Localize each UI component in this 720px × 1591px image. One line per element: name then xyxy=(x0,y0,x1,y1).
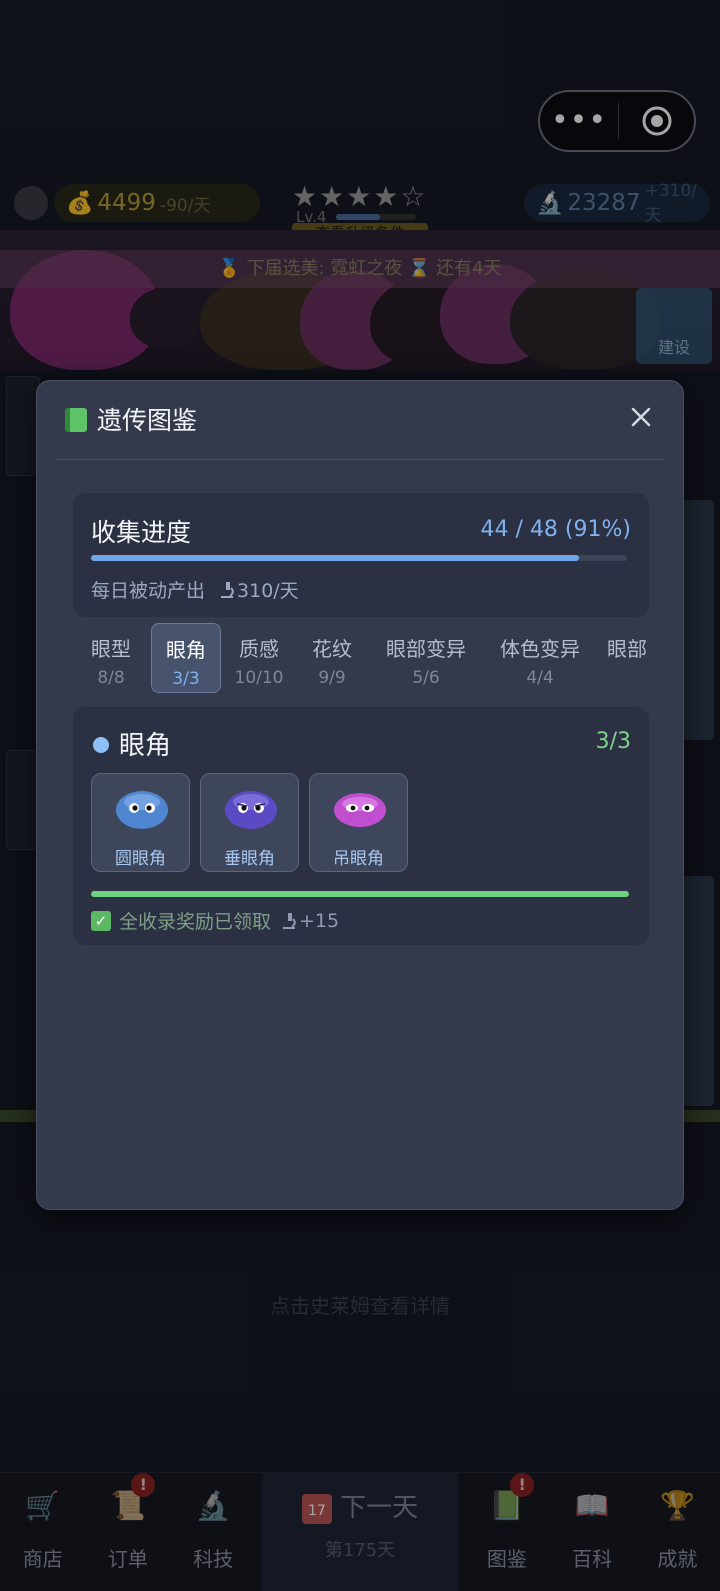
progress-bar xyxy=(91,555,627,561)
collection-progress-card: 收集进度 44 / 48 (91%) 每日被动产出 310/天 xyxy=(73,493,649,617)
tab-label: 花纹 xyxy=(312,637,352,661)
daily-output-value: 310/天 xyxy=(237,580,299,602)
progress-count: 44 / 48 (91%) xyxy=(480,517,631,542)
modal-header: 遗传图鉴 xyxy=(37,381,683,459)
daily-output-label: 每日被动产出 xyxy=(91,580,206,602)
tab-label: 眼角 xyxy=(166,638,206,662)
genetic-collection-modal: 遗传图鉴 收集进度 44 / 48 (91%) 每日被动产出 310/天 眼型 … xyxy=(36,380,684,1210)
tab-count: 5/6 xyxy=(412,668,440,688)
checkbox-checked-icon: ✓ xyxy=(91,910,111,931)
tab-eye-corner[interactable]: 眼角 3/3 xyxy=(151,623,221,693)
tab-texture[interactable]: 质感 10/10 xyxy=(225,623,293,693)
tab-eye-partial[interactable]: 眼部 xyxy=(607,623,649,693)
tab-label: 眼部变异 xyxy=(386,637,466,661)
tab-label: 眼部 xyxy=(607,637,647,661)
tab-count: 9/9 xyxy=(318,668,346,688)
entry-upturned-eye-corner[interactable]: 吊眼角 xyxy=(309,773,408,872)
entry-label: 圆眼角 xyxy=(115,849,166,869)
microscope-icon xyxy=(283,912,296,929)
completion-reward: ✓ 全收录奖励已领取 +15 xyxy=(91,907,339,934)
category-card: 眼角 3/3 圆眼角 垂眼角 吊眼角 ✓ 全收录奖励已领取 +15 xyxy=(73,707,649,945)
entry-label: 垂眼角 xyxy=(224,849,275,869)
reward-bonus-value: +15 xyxy=(299,909,340,932)
entry-label: 吊眼角 xyxy=(333,849,384,869)
green-book-icon xyxy=(65,408,87,432)
magenta-slime-icon xyxy=(334,793,386,827)
tab-eye-shape[interactable]: 眼型 8/8 xyxy=(79,623,143,693)
entry-round-eye-corner[interactable]: 圆眼角 xyxy=(91,773,190,872)
header-divider xyxy=(57,459,663,460)
tab-pattern[interactable]: 花纹 9/9 xyxy=(299,623,365,693)
tab-count: 8/8 xyxy=(97,668,125,688)
tab-label: 体色变异 xyxy=(500,637,580,661)
category-name: 眼角 xyxy=(119,731,172,761)
tab-label: 眼型 xyxy=(91,637,131,661)
category-dot xyxy=(93,737,109,753)
reward-text: 全收录奖励已领取 xyxy=(119,911,272,933)
close-icon xyxy=(631,407,651,427)
tab-count: 10/10 xyxy=(234,668,284,688)
entry-drooping-eye-corner[interactable]: 垂眼角 xyxy=(200,773,299,872)
daily-output: 每日被动产出 310/天 xyxy=(91,576,299,603)
tab-body-color-mutation[interactable]: 体色变异 4/4 xyxy=(487,623,593,693)
category-tabs: 眼型 8/8 眼角 3/3 质感 10/10 花纹 9/9 眼部变异 5/6 体… xyxy=(73,623,649,697)
modal-title: 遗传图鉴 xyxy=(97,406,198,435)
tab-eye-mutation[interactable]: 眼部变异 5/6 xyxy=(373,623,479,693)
purple-slime-icon xyxy=(225,791,277,829)
close-button[interactable] xyxy=(621,397,661,437)
microscope-icon xyxy=(221,581,234,598)
tab-label: 质感 xyxy=(239,637,279,661)
progress-title: 收集进度 xyxy=(91,518,192,547)
progress-bar-fill xyxy=(91,555,579,561)
category-count: 3/3 xyxy=(595,729,631,754)
category-complete-bar xyxy=(91,891,629,897)
tab-count: 4/4 xyxy=(526,668,554,688)
reward-bonus: +15 xyxy=(279,910,339,932)
entry-grid: 圆眼角 垂眼角 吊眼角 xyxy=(91,773,418,872)
blue-slime-icon xyxy=(116,791,168,829)
tab-count: 3/3 xyxy=(172,669,200,689)
